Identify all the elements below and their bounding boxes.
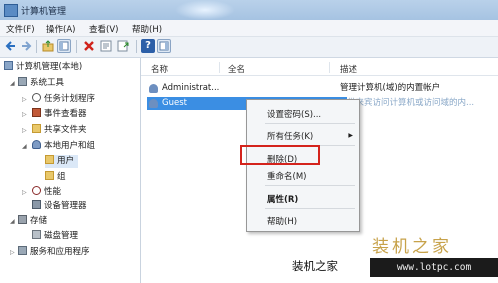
row-description: 管理计算机(域)的内置帐户: [340, 83, 441, 93]
user-icon: [149, 99, 158, 108]
tree-label-performance: 性能: [44, 187, 62, 197]
submenu-arrow-icon: ▶: [348, 132, 353, 139]
expand-arrow-icon[interactable]: ▷: [22, 124, 27, 137]
menu-item-help[interactable]: 帮助(H): [267, 215, 297, 227]
expand-arrow-icon[interactable]: ▷: [22, 93, 27, 106]
user-icon: [149, 84, 158, 93]
tree-label-groups: 组: [57, 172, 66, 182]
window-title: 计算机管理: [21, 7, 67, 17]
table-row[interactable]: Administrat... 管理计算机(域)的内置帐户: [147, 82, 498, 95]
expand-arrow-icon[interactable]: ▷: [10, 246, 15, 259]
storage-icon: [18, 215, 27, 224]
expand-arrow-icon[interactable]: ▷: [22, 108, 27, 121]
performance-icon: [32, 186, 41, 195]
tree-item-users[interactable]: 用户: [45, 155, 79, 168]
expand-arrow-icon[interactable]: ▷: [22, 186, 27, 199]
toolbar-separator: [76, 40, 77, 53]
toolbar-separator: [136, 40, 137, 53]
help-icon[interactable]: ?: [141, 39, 155, 53]
menu-separator: [265, 185, 355, 186]
row-description: 供来宾访问计算机或访问域的内...: [347, 98, 475, 108]
menu-item-rename[interactable]: 重命名(M): [267, 170, 306, 182]
caption-brand: 装机之家: [292, 259, 338, 273]
tree-item-shared-folders[interactable]: 共享文件夹: [32, 124, 87, 137]
disk-icon: [32, 230, 41, 239]
column-description[interactable]: 描述: [340, 63, 357, 75]
toolbar-separator: [36, 40, 37, 53]
tree-label-services-apps: 服务和应用程序: [30, 247, 90, 257]
tree-label-event-viewer: 事件查看器: [44, 109, 87, 119]
clock-icon: [32, 93, 41, 102]
tree-item-services-apps[interactable]: 服务和应用程序: [18, 246, 90, 259]
collapse-arrow-icon[interactable]: ◢: [10, 215, 15, 228]
device-manager-icon: [32, 200, 41, 209]
up-folder-icon[interactable]: [41, 39, 55, 53]
shared-folder-icon: [32, 124, 41, 133]
toolbar: ?: [0, 37, 498, 58]
tree-label-users: 用户: [57, 156, 75, 166]
delete-icon[interactable]: [82, 39, 96, 53]
tree-item-task-scheduler[interactable]: 任务计划程序: [32, 93, 95, 106]
tree-label-local-users-groups: 本地用户和组: [44, 141, 96, 151]
tree-item-event-viewer[interactable]: 事件查看器: [32, 108, 87, 121]
tree-label-storage: 存储: [30, 216, 48, 226]
menu-separator: [265, 208, 355, 209]
services-icon: [18, 246, 27, 255]
forward-icon[interactable]: [19, 39, 33, 53]
tree-label-disk-management: 磁盘管理: [44, 231, 79, 241]
tree-label-shared-folders: 共享文件夹: [44, 125, 87, 135]
tree-item-disk-management[interactable]: 磁盘管理: [32, 230, 78, 243]
tree-item-groups[interactable]: 组: [45, 171, 66, 184]
row-name: Administrat...: [162, 83, 220, 93]
tree-label-task-scheduler: 任务计划程序: [44, 94, 96, 104]
menu-help[interactable]: 帮助(H): [132, 23, 162, 35]
column-divider[interactable]: [219, 62, 220, 73]
show-tree-icon[interactable]: [57, 39, 71, 53]
users-group-icon: [32, 140, 41, 149]
tree-label-device-manager: 设备管理器: [44, 201, 87, 211]
collapse-arrow-icon[interactable]: ◢: [10, 77, 15, 90]
delete-highlight-box: [240, 145, 320, 165]
tree-root-label: 计算机管理(本地): [16, 62, 83, 72]
column-full-name[interactable]: 全名: [228, 63, 245, 75]
row-description-faded: 供来宾访问计算机或访问域的内...: [347, 97, 482, 110]
brand-watermark: 装机之家: [372, 237, 452, 257]
computer-icon: [4, 61, 13, 70]
properties-icon[interactable]: [99, 39, 113, 53]
event-viewer-icon: [32, 108, 41, 117]
folder-icon: [45, 171, 54, 180]
tools-icon: [18, 77, 27, 86]
context-menu: 设置密码(S)... 所有任务(K) ▶ 删除(D) 重命名(M) 属性(R) …: [246, 99, 360, 232]
tree-root[interactable]: 计算机管理(本地): [4, 61, 82, 74]
menu-item-all-tasks[interactable]: 所有任务(K): [267, 130, 313, 142]
menu-file[interactable]: 文件(F): [6, 23, 35, 35]
back-icon[interactable]: [4, 39, 18, 53]
menu-item-set-password[interactable]: 设置密码(S)...: [267, 108, 321, 120]
tree-item-system-tools[interactable]: 系统工具: [18, 77, 64, 90]
show-action-pane-icon[interactable]: [157, 39, 171, 53]
collapse-arrow-icon[interactable]: ◢: [22, 140, 27, 153]
title-glow: [175, 0, 235, 20]
menu-action[interactable]: 操作(A): [46, 23, 75, 35]
row-name: Guest: [162, 98, 187, 108]
computer-management-icon: [4, 4, 18, 17]
export-icon[interactable]: [116, 39, 130, 53]
tree-item-device-manager[interactable]: 设备管理器: [32, 200, 87, 213]
title-bar: 计算机管理: [0, 0, 498, 21]
tree-item-performance[interactable]: 性能: [32, 186, 61, 199]
menu-bar: 文件(F) 操作(A) 查看(V) 帮助(H): [0, 20, 498, 37]
menu-item-properties[interactable]: 属性(R): [267, 193, 298, 205]
column-divider[interactable]: [329, 62, 330, 73]
menu-view[interactable]: 查看(V): [89, 23, 118, 35]
tree-item-storage[interactable]: 存储: [18, 215, 47, 228]
column-name[interactable]: 名称: [151, 63, 168, 75]
list-header: 名称 全名 描述: [141, 60, 498, 76]
menu-separator: [265, 123, 355, 124]
caption-url: www.lotpc.com: [370, 258, 498, 277]
tree-label-system-tools: 系统工具: [30, 78, 65, 88]
folder-icon: [45, 155, 54, 164]
tree-item-local-users-groups[interactable]: 本地用户和组: [32, 140, 95, 153]
caption-watermark: 装机之家 www.lotpc.com: [290, 258, 498, 278]
